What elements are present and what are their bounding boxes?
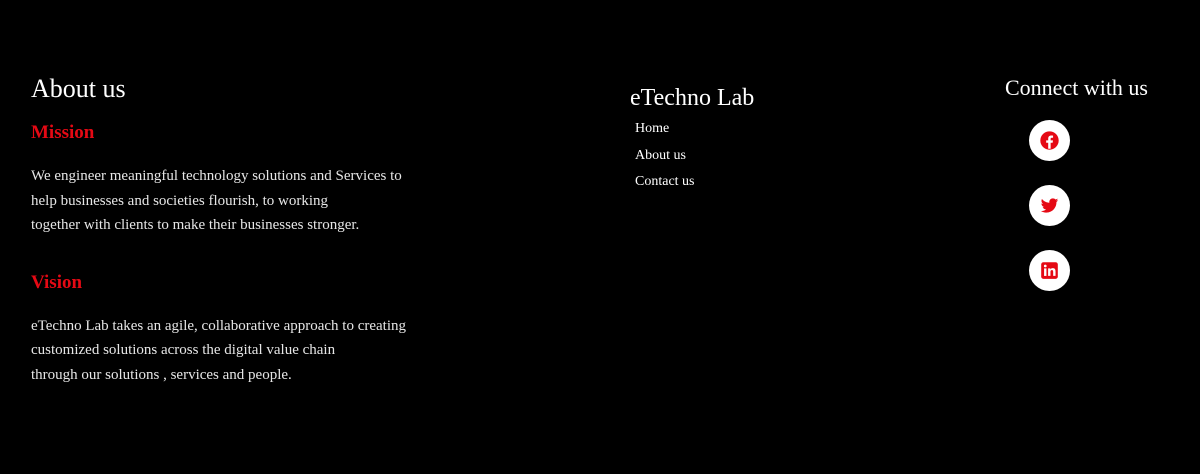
about-section: About us Mission We engineer meaningful … <box>31 74 471 387</box>
vision-line: customized solutions across the digital … <box>31 342 336 358</box>
vision-line: eTechno Lab takes an agile, collaborativ… <box>31 317 407 334</box>
mission-line: help businesses and societies flourish, … <box>31 192 329 209</box>
linkedin-button[interactable] <box>1029 250 1070 291</box>
vision-heading: Vision <box>31 271 83 293</box>
nav-link-label[interactable]: Home <box>635 121 669 136</box>
nav-link-home[interactable]: Home <box>635 116 850 143</box>
nav-link-label[interactable]: Contact us <box>635 174 695 189</box>
connect-title: Connect with us <box>1005 75 1148 100</box>
nav-link-contact[interactable]: Contact us <box>635 169 850 196</box>
nav-link-about[interactable]: About us <box>635 143 850 170</box>
facebook-button[interactable] <box>1029 120 1070 161</box>
mission-line: together with clients to make their busi… <box>31 217 360 233</box>
mission-heading: Mission <box>31 122 95 143</box>
linkedin-icon <box>1041 262 1058 279</box>
twitter-icon <box>1040 198 1059 213</box>
footer-nav: Home About us Contact us <box>635 116 850 196</box>
facebook-icon <box>1040 131 1059 150</box>
vision-text: eTechno Lab takes an agile, collaborativ… <box>31 314 471 388</box>
twitter-button[interactable] <box>1029 185 1070 226</box>
mission-text: We engineer meaningful technology soluti… <box>31 164 471 238</box>
brand-title: eTechno Lab <box>630 85 755 111</box>
nav-link-label[interactable]: About us <box>635 148 686 163</box>
about-title: About us <box>31 74 126 103</box>
social-links <box>1029 120 1185 291</box>
brand-section: eTechno Lab Home About us Contact us <box>630 84 850 196</box>
mission-line: We engineer meaningful technology soluti… <box>31 168 402 184</box>
connect-section: Connect with us <box>1005 74 1185 315</box>
vision-line: through our solutions , services and peo… <box>31 366 292 383</box>
